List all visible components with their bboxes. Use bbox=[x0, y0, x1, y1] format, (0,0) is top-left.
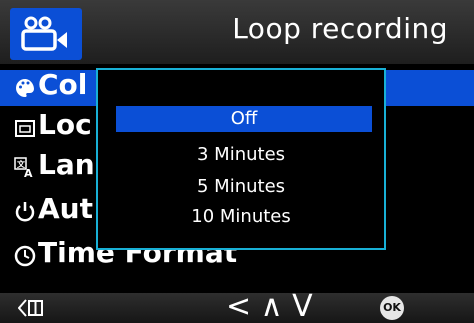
loop-recording-popup: Off 3 Minutes 5 Minutes 10 Minutes bbox=[96, 68, 386, 250]
power-icon bbox=[15, 202, 35, 222]
option-10-minutes[interactable]: 10 Minutes bbox=[98, 204, 384, 230]
menu-item-label: Loc bbox=[38, 108, 92, 141]
option-off[interactable]: Off bbox=[116, 106, 372, 132]
header-bar: Loop recording bbox=[0, 0, 474, 64]
clock-icon bbox=[14, 245, 36, 267]
option-3-minutes[interactable]: 3 Minutes bbox=[98, 142, 384, 168]
option-5-minutes[interactable]: 5 Minutes bbox=[98, 174, 384, 200]
menu-item-label: Col bbox=[38, 68, 88, 101]
svg-text:文: 文 bbox=[17, 159, 26, 169]
menu-item-label: Lan bbox=[38, 148, 95, 181]
palette-icon bbox=[16, 79, 34, 97]
svg-text:A: A bbox=[24, 167, 33, 179]
footer-bar: < ∧ V OK bbox=[0, 289, 474, 323]
navigation-hint: < ∧ V bbox=[226, 289, 313, 323]
language-icon: A 文 bbox=[14, 157, 33, 179]
camera-settings-screen: Loop recording Col Loc A 文 Lan Aut Time … bbox=[0, 0, 474, 323]
menu-item-label: Aut bbox=[38, 192, 93, 225]
mode-indicator bbox=[10, 8, 82, 60]
back-icon[interactable] bbox=[18, 298, 44, 318]
ok-button[interactable]: OK bbox=[380, 296, 404, 320]
page-title: Loop recording bbox=[232, 12, 448, 45]
lock-icon bbox=[15, 120, 35, 137]
camcorder-icon bbox=[21, 16, 67, 51]
